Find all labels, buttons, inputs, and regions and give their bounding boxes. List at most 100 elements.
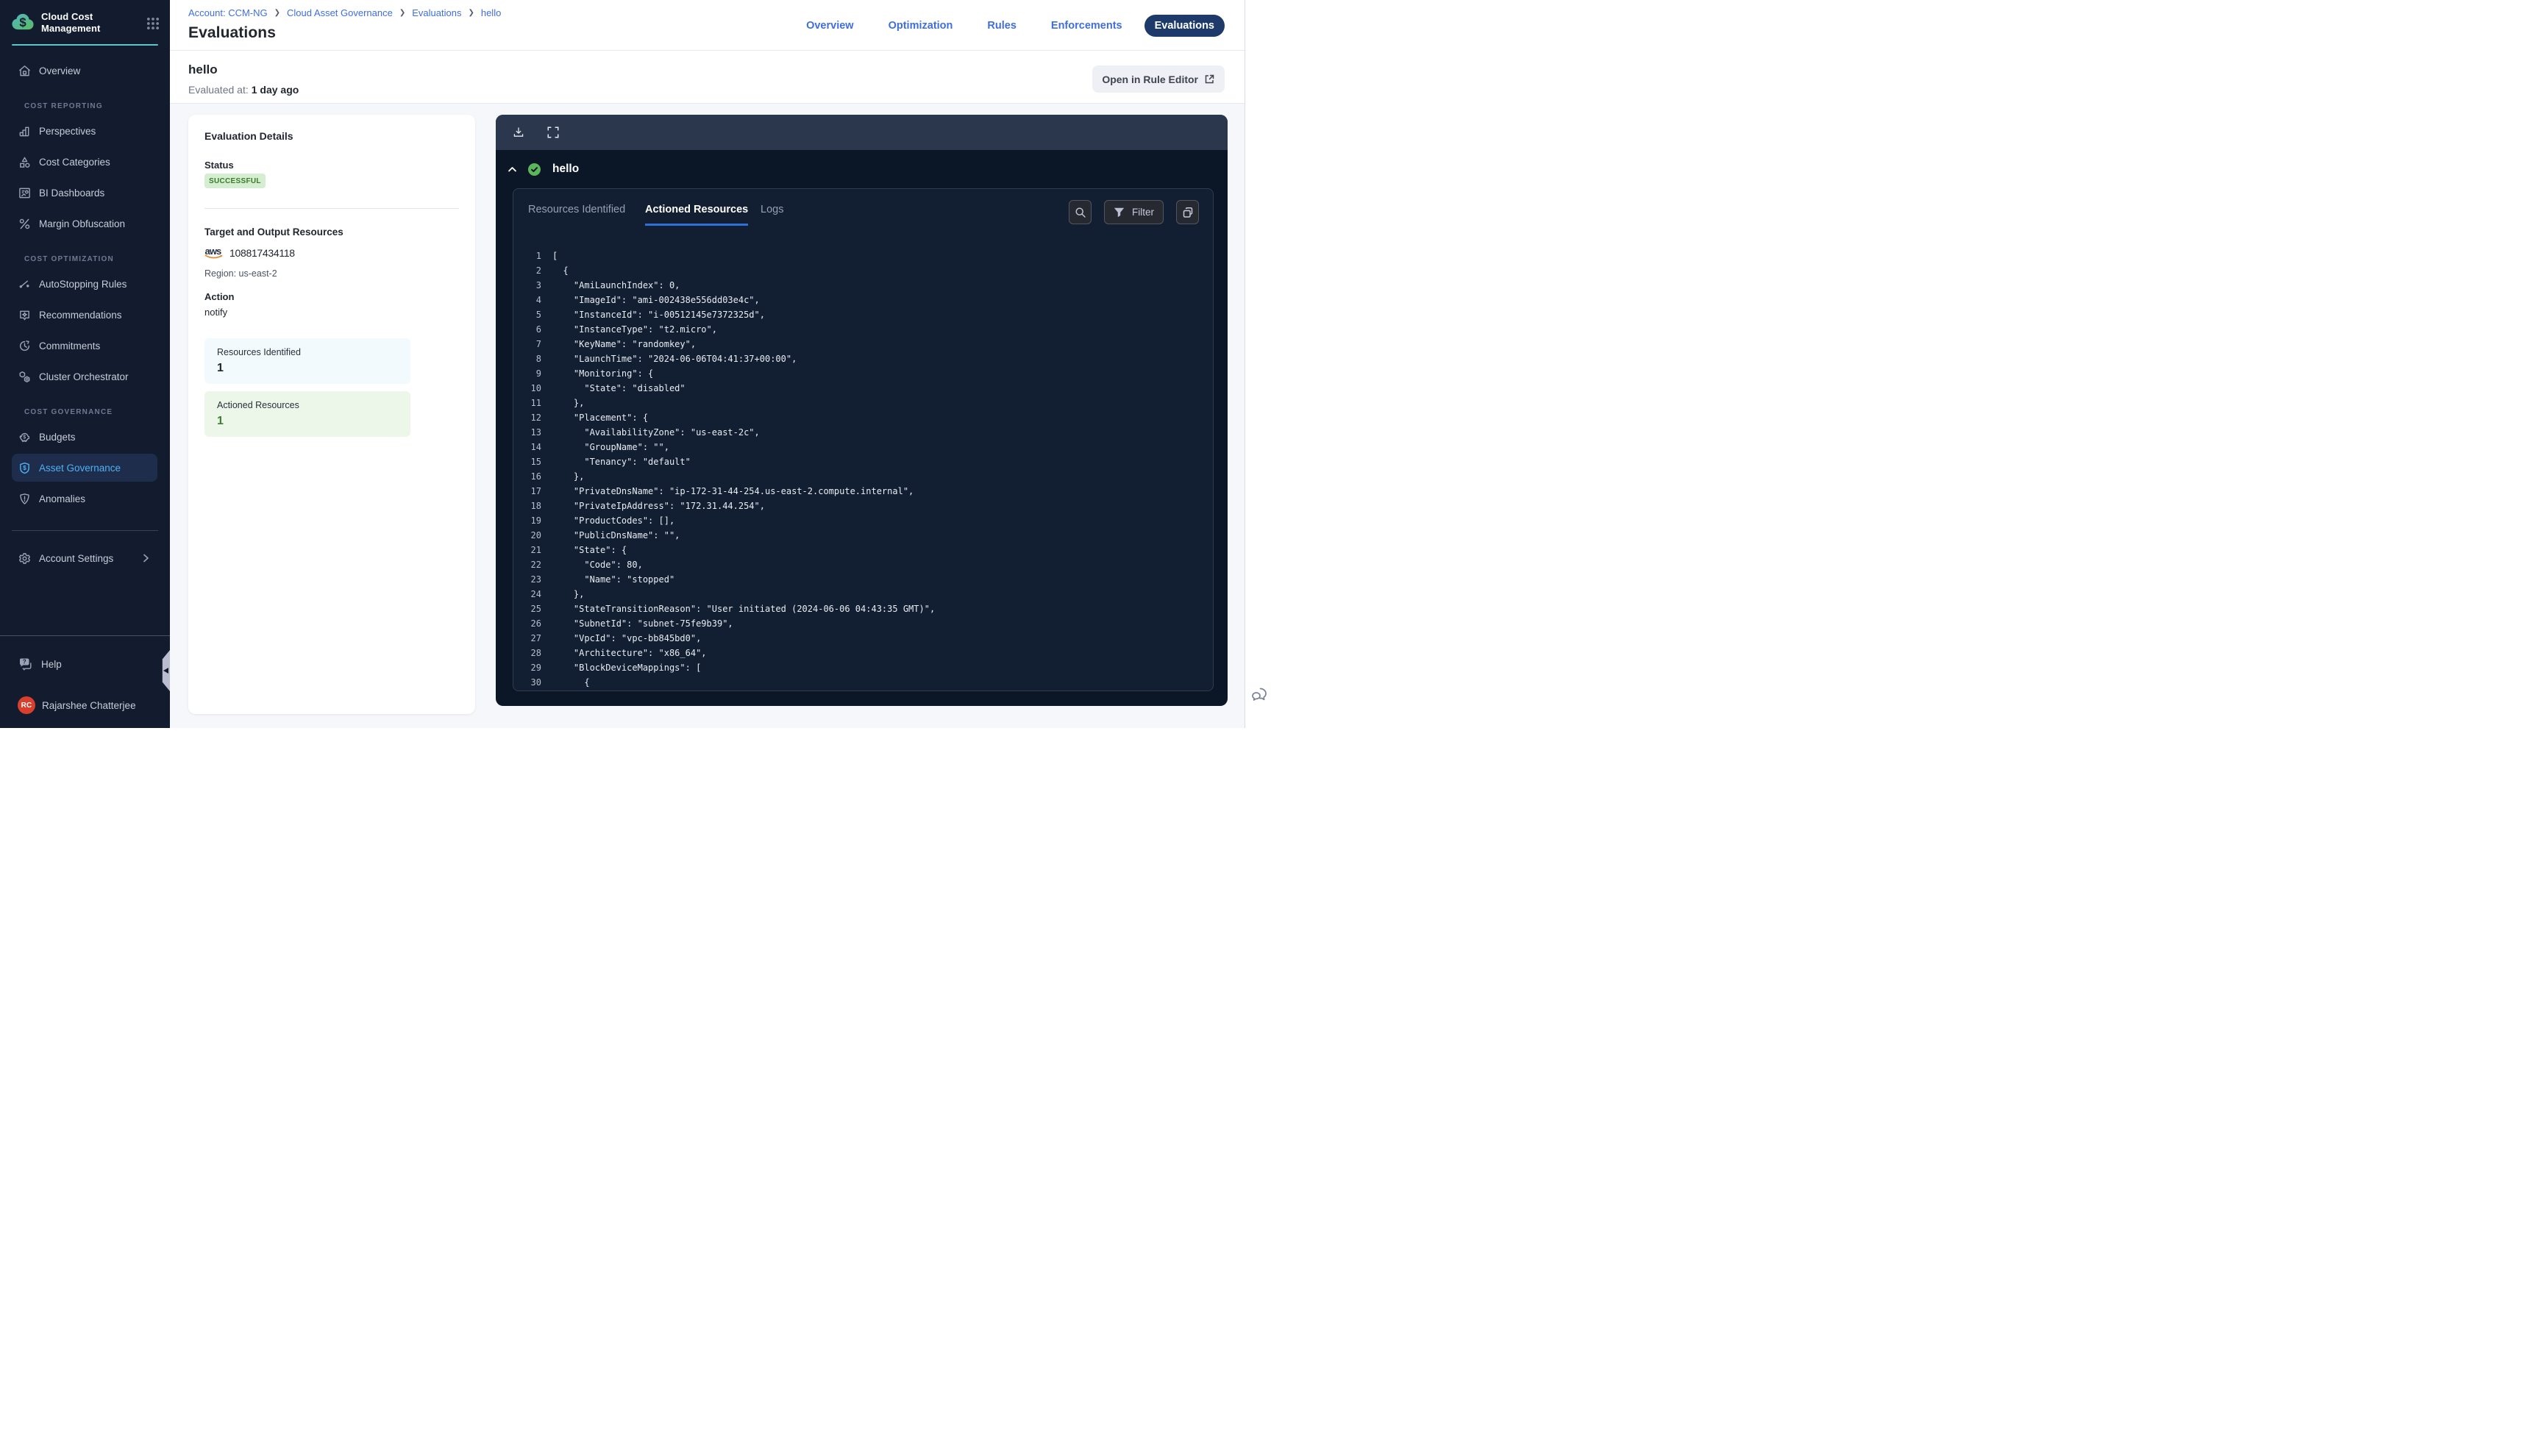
line-text: "ImageId": "ami-002438e556dd03e4c", — [552, 293, 760, 307]
code-line: 16 }, — [513, 469, 1213, 484]
actioned-resources-box: Actioned Resources 1 — [204, 391, 410, 437]
line-number: 24 — [513, 587, 541, 602]
status-badge: SUCCESSFUL — [204, 174, 266, 188]
resources-identified-label: Resources Identified — [217, 347, 398, 357]
line-number: 4 — [513, 293, 541, 307]
code-viewer[interactable]: 1[2 {3 "AmiLaunchIndex": 0,4 "ImageId": … — [513, 249, 1213, 690]
main-area: Account: CCM-NG ❯ Cloud Asset Governance… — [170, 0, 1245, 728]
line-number: 13 — [513, 425, 541, 440]
sidebar-bottom: ? Help RC Rajarshee Chatterjee — [0, 635, 170, 728]
line-text: "Placement": { — [552, 410, 648, 425]
search-button[interactable] — [1069, 200, 1092, 224]
line-text: "AmiLaunchIndex": 0, — [552, 278, 680, 293]
collapse-chevron-icon[interactable] — [508, 165, 517, 174]
sidebar-item-margin-obfuscation[interactable]: Margin Obfuscation — [12, 210, 157, 238]
breadcrumb-module[interactable]: Cloud Asset Governance — [287, 7, 393, 18]
product-title: Cloud Cost Management — [41, 11, 146, 35]
panel-tabs: Resources Identified Actioned Resources … — [513, 189, 1213, 230]
line-text: "GroupName": "", — [552, 440, 669, 454]
line-text: [ — [552, 249, 558, 263]
download-icon[interactable] — [513, 126, 524, 138]
sidebar-item-cost-categories[interactable]: Cost Categories — [12, 148, 157, 176]
code-line: 14 "GroupName": "", — [513, 440, 1213, 454]
sidebar-item-perspectives[interactable]: Perspectives — [12, 117, 157, 145]
tab-overview[interactable]: Overview — [806, 20, 854, 32]
section-cost-reporting: COST REPORTING — [0, 101, 170, 111]
cluster-icon — [18, 371, 31, 383]
sidebar-item-anomalies[interactable]: Anomalies — [12, 485, 157, 513]
success-check-icon — [528, 163, 541, 176]
sidebar-item-cluster-orchestrator[interactable]: Cluster Orchestrator — [12, 363, 157, 390]
shield-dollar-icon: $ — [18, 462, 31, 474]
line-text: "InstanceType": "t2.micro", — [552, 322, 717, 337]
dashboard-icon — [18, 187, 31, 199]
copy-icon — [1182, 207, 1194, 218]
content-area: Evaluation Details Status SUCCESSFUL Tar… — [170, 104, 1245, 728]
avatar: RC — [18, 696, 35, 714]
svg-text:$: $ — [19, 15, 26, 29]
line-number: 1 — [513, 249, 541, 263]
line-number: 28 — [513, 646, 541, 660]
run-row: hello — [496, 150, 1228, 188]
panel-toolbar — [496, 115, 1228, 150]
user-profile[interactable]: RC Rajarshee Chatterjee — [0, 696, 170, 714]
breadcrumb-page[interactable]: Evaluations — [412, 7, 461, 18]
sidebar-item-asset-governance[interactable]: $ Asset Governance — [12, 454, 157, 482]
sidebar-item-help[interactable]: ? Help — [0, 652, 161, 677]
sidebar-item-autostopping[interactable]: AutoStopping Rules — [12, 270, 157, 298]
breadcrumb: Account: CCM-NG ❯ Cloud Asset Governance… — [188, 7, 501, 18]
copy-button[interactable] — [1176, 200, 1199, 224]
chat-support-icon[interactable] — [1250, 686, 1268, 704]
line-number: 16 — [513, 469, 541, 484]
open-in-rule-editor-button[interactable]: Open in Rule Editor — [1092, 65, 1225, 93]
code-line: 11 }, — [513, 396, 1213, 410]
tab-actioned-resources[interactable]: Actioned Resources — [645, 204, 748, 226]
tab-rules[interactable]: Rules — [987, 20, 1017, 32]
tab-optimization[interactable]: Optimization — [889, 20, 953, 32]
sidebar-item-label: Recommendations — [39, 310, 122, 321]
module-switcher-icon[interactable] — [146, 17, 160, 30]
clock-icon — [18, 340, 31, 352]
line-text: { — [552, 675, 590, 690]
sidebar-item-recommendations[interactable]: Recommendations — [12, 301, 157, 329]
code-line: 15 "Tenancy": "default" — [513, 454, 1213, 469]
tab-resources-identified[interactable]: Resources Identified — [528, 204, 625, 224]
code-line: 19 "ProductCodes": [], — [513, 513, 1213, 528]
region: Region: us-east-2 — [204, 268, 459, 279]
search-icon — [1075, 207, 1086, 218]
line-text: "SubnetId": "subnet-75fe9b39", — [552, 616, 733, 631]
sidebar-item-account-settings[interactable]: Account Settings — [12, 544, 157, 572]
sidebar-item-budgets[interactable]: $ Budgets — [12, 423, 157, 451]
breadcrumb-item[interactable]: hello — [481, 7, 501, 18]
actioned-resources-value: 1 — [217, 415, 398, 428]
line-text: "VpcId": "vpc-bb845bd0", — [552, 631, 701, 646]
line-text: "Code": 80, — [552, 557, 643, 572]
code-line: 1[ — [513, 249, 1213, 263]
tab-enforcements[interactable]: Enforcements — [1051, 20, 1122, 32]
line-number: 30 — [513, 675, 541, 690]
tab-evaluations-active[interactable]: Evaluations — [1144, 15, 1225, 37]
line-text: }, — [552, 469, 584, 484]
sidebar-item-commitments[interactable]: Commitments — [12, 332, 157, 360]
line-text: "Monitoring": { — [552, 366, 653, 381]
sidebar-divider — [12, 530, 158, 531]
code-line: 23 "Name": "stopped" — [513, 572, 1213, 587]
tab-logs[interactable]: Logs — [761, 204, 783, 224]
sidebar-item-label: Perspectives — [39, 126, 96, 137]
sidebar-item-overview[interactable]: Overview — [12, 57, 157, 85]
percent-icon — [18, 218, 31, 230]
sidebar-item-label: Cluster Orchestrator — [39, 371, 129, 382]
line-text: "Tenancy": "default" — [552, 454, 691, 469]
breadcrumb-account[interactable]: Account: CCM-NG — [188, 7, 268, 18]
filter-button[interactable]: Filter — [1104, 200, 1164, 224]
line-number: 27 — [513, 631, 541, 646]
line-number: 15 — [513, 454, 541, 469]
fullscreen-icon[interactable] — [547, 126, 560, 139]
line-number: 10 — [513, 381, 541, 396]
line-text: "AvailabilityZone": "us-east-2c", — [552, 425, 760, 440]
line-number: 7 — [513, 337, 541, 351]
card-divider — [204, 208, 459, 209]
sidebar: $ Cloud Cost Management Overview — [0, 0, 170, 728]
line-text: "PublicDnsName": "", — [552, 528, 680, 543]
sidebar-item-bi-dashboards[interactable]: BI Dashboards — [12, 179, 157, 207]
